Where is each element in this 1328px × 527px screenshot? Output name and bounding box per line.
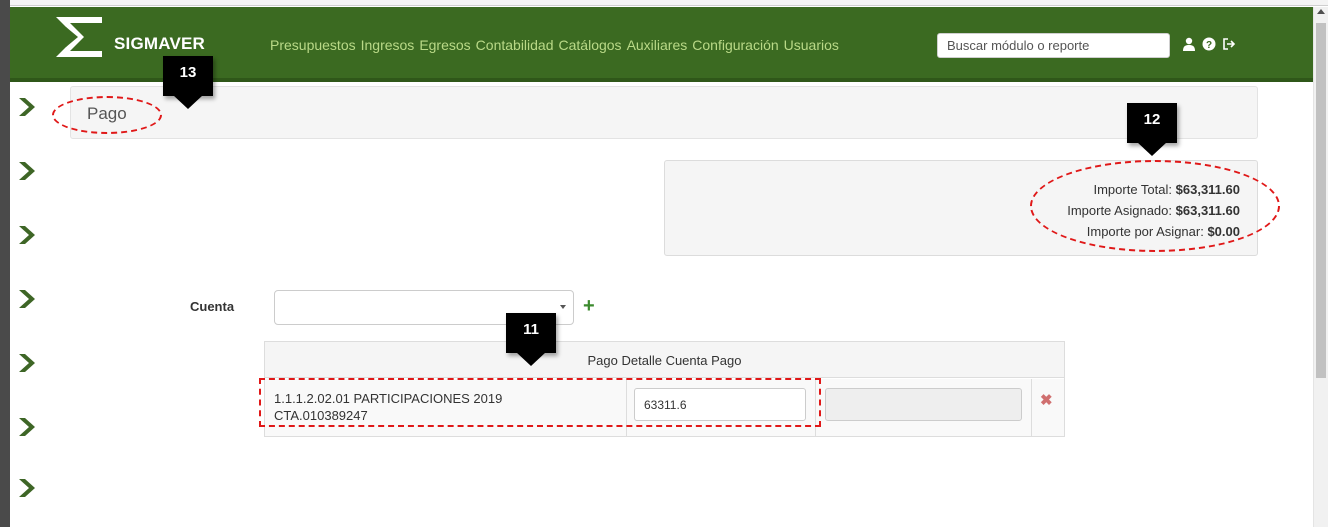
chevron-right-icon[interactable]	[16, 224, 38, 246]
nav-link-catalogos[interactable]: Catálogos	[559, 37, 622, 53]
svg-text:?: ?	[1206, 40, 1212, 51]
importe-total: Importe Total: $63,311.60	[1093, 182, 1240, 197]
importe-asignado: Importe Asignado: $63,311.60	[1067, 203, 1240, 218]
amounts-summary-panel: Importe Total: $63,311.60 Importe Asigna…	[664, 160, 1258, 256]
chevron-right-icon[interactable]	[16, 477, 38, 499]
callout-12: 12	[1127, 103, 1177, 156]
nav-link-egresos[interactable]: Egresos	[419, 37, 470, 53]
account-name-cell: 1.1.1.2.02.01 PARTICIPACIONES 2019 CTA.0…	[274, 390, 624, 424]
sigmaver-logo-icon[interactable]	[54, 15, 104, 59]
plus-icon[interactable]: +	[583, 296, 595, 316]
nav-link-auxiliares[interactable]: Auxiliares	[627, 37, 688, 53]
help-icon[interactable]: ?	[1202, 37, 1216, 51]
importe-por-asignar-label: Importe por Asignar:	[1086, 224, 1204, 239]
window-top-edge	[0, 0, 1328, 6]
nav-link-usuarios[interactable]: Usuarios	[784, 37, 839, 53]
nav-link-presupuestos[interactable]: Presupuestos	[270, 37, 356, 53]
table-header: Pago Detalle Cuenta Pago	[265, 342, 1064, 378]
importe-asignado-label: Importe Asignado:	[1067, 203, 1173, 218]
user-icon[interactable]	[1182, 37, 1196, 51]
account-code: 1.1.1.2.02.01 PARTICIPACIONES 2019	[274, 391, 503, 406]
cuenta-label: Cuenta	[190, 299, 235, 314]
page-title: Pago	[87, 104, 127, 123]
nav-link-contabilidad[interactable]: Contabilidad	[476, 37, 554, 53]
nav-link-configuracion[interactable]: Configuración	[692, 37, 778, 53]
callout-13: 13	[163, 56, 213, 109]
sidebar-toggles	[16, 0, 46, 527]
importe-por-asignar: Importe por Asignar: $0.00	[1087, 224, 1240, 239]
vertical-scrollbar[interactable]	[1313, 7, 1328, 527]
chevron-right-icon[interactable]	[16, 288, 38, 310]
window-left-edge	[0, 0, 10, 527]
scroll-thumb[interactable]	[1316, 23, 1326, 378]
importe-por-asignar-value: $0.00	[1207, 224, 1240, 239]
table-header-title: Pago Detalle Cuenta Pago	[587, 353, 742, 368]
scroll-up-arrow-icon[interactable]	[1317, 9, 1325, 14]
table-row: 1.1.1.2.02.01 PARTICIPACIONES 2019 CTA.0…	[265, 379, 1064, 436]
account-number: CTA.010389247	[274, 408, 368, 423]
chevron-right-icon[interactable]	[16, 160, 38, 182]
importe-total-value: $63,311.60	[1175, 182, 1240, 197]
callout-11: 11	[506, 313, 556, 366]
nav-link-ingresos[interactable]: Ingresos	[361, 37, 415, 53]
importe-total-label: Importe Total:	[1093, 182, 1173, 197]
navbar-icons: ?	[1182, 37, 1236, 51]
dropdown-caret-icon[interactable]	[560, 305, 566, 309]
pago-detalle-table: Pago Detalle Cuenta Pago 1.1.1.2.02.01 P…	[264, 341, 1065, 437]
logout-icon[interactable]	[1222, 37, 1236, 51]
chevron-right-icon[interactable]	[16, 416, 38, 438]
cell-divider	[1031, 379, 1032, 436]
cell-divider	[626, 379, 627, 436]
amount-input[interactable]	[634, 388, 806, 421]
brand-name[interactable]: SIGMAVER	[114, 34, 205, 54]
cell-divider	[815, 379, 816, 436]
chevron-right-icon[interactable]	[16, 352, 38, 374]
page-title-panel: Pago	[70, 86, 1258, 139]
chevron-right-icon[interactable]	[16, 96, 38, 118]
search-input[interactable]	[937, 33, 1170, 58]
close-icon[interactable]: ✖	[1040, 391, 1053, 409]
disabled-field	[825, 388, 1022, 421]
importe-asignado-value: $63,311.60	[1175, 203, 1240, 218]
main-menu: Presupuestos Ingresos Egresos Contabilid…	[270, 37, 839, 53]
